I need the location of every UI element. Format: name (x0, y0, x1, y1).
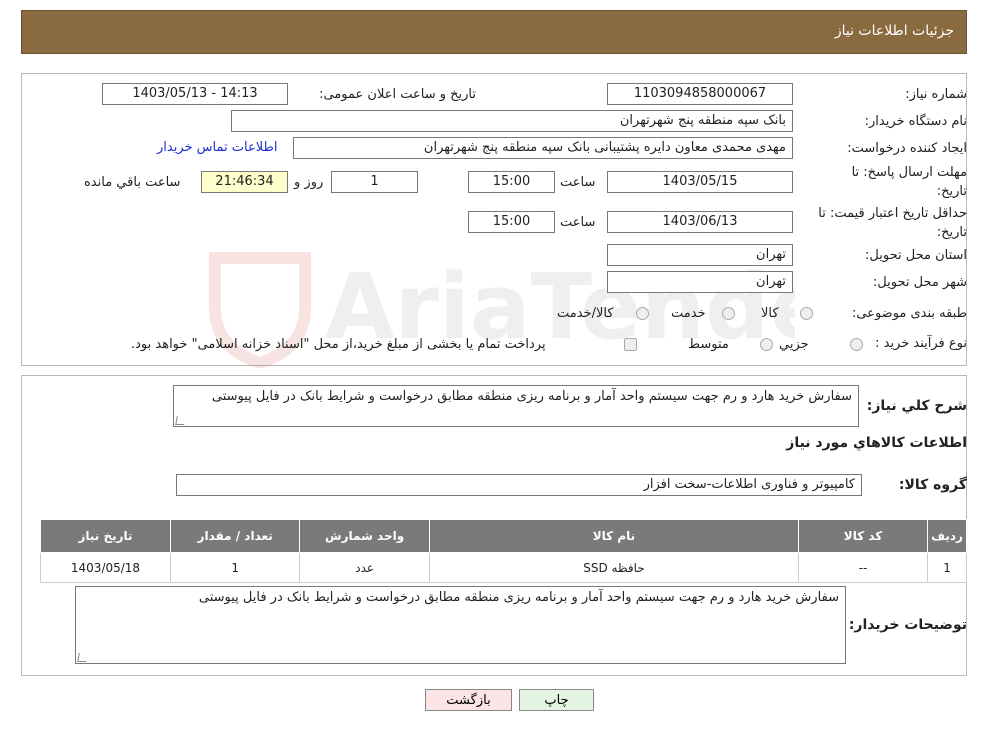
validity-date-field: 1403/06/13 (607, 211, 793, 233)
col-name: نام کالا (428, 519, 799, 553)
goods-group-label: گروه کالا: (898, 477, 967, 493)
buyer-contact-link[interactable]: اطلاعات تماس خریدار (157, 140, 277, 155)
category-goods-radio[interactable] (800, 307, 813, 320)
day-and-label: روز و (294, 175, 324, 190)
buyer-notes-label: توضیحات خریدار: (848, 617, 967, 633)
category-service-radio[interactable] (722, 307, 735, 320)
city-field: تهران (607, 271, 793, 293)
cell-name: حافظه SSD (428, 552, 799, 583)
goods-group-field: کامپیوتر و فناوری اطلاعات-سخت افزار (176, 474, 862, 496)
page-header: جزئیات اطلاعات نیاز (21, 10, 967, 54)
delivery-city-label: شهر محل تحویل: (872, 275, 967, 290)
reply-deadline-label-line2: تاریخ: (936, 184, 967, 199)
validity-time-field: 15:00 (468, 211, 555, 233)
requester-label: ایجاد کننده درخواست: (847, 141, 967, 156)
col-row: ردیف (927, 519, 967, 553)
general-desc-label: شرح کلي نياز: (866, 398, 967, 414)
resize-handle-icon[interactable] (77, 653, 88, 662)
table-header-row: ردیف کد کالا نام کالا واحد شمارش تعداد /… (40, 519, 967, 553)
announce-datetime-field: 1403/05/13 - 14:13 (102, 83, 288, 105)
category-goods-service-radio[interactable] (636, 307, 649, 320)
need-number-field: 1103094858000067 (607, 83, 793, 105)
cell-qty: 1 (169, 552, 301, 583)
buyer-org-label: نام دستگاه خریدار: (864, 114, 967, 129)
general-desc-box: سفارش خرید هارد و رم جهت سیستم واحد آمار… (173, 385, 859, 427)
price-validity-label-line2: تاریخ: (936, 225, 967, 240)
col-date: تاریخ نیاز (40, 519, 171, 553)
cell-date: 1403/05/18 (40, 552, 171, 583)
cell-row: 1 (927, 552, 967, 583)
col-unit: واحد شمارش (299, 519, 430, 553)
purchase-partial-radio[interactable] (850, 338, 863, 351)
purchase-medium-radio[interactable] (760, 338, 773, 351)
reply-time-field: 15:00 (468, 171, 555, 193)
general-desc-text: سفارش خرید هارد و رم جهت سیستم واحد آمار… (211, 389, 852, 404)
category-label: طبقه بندی موضوعی: (851, 306, 967, 321)
category-service-label: خدمت (671, 306, 706, 321)
validity-hour-label: ساعت (560, 215, 596, 230)
reply-deadline-label: مهلت ارسال پاسخ: تا (851, 165, 967, 180)
need-number-label: شماره نیاز: (905, 87, 967, 102)
purchase-type-label: نوع فرآیند خرید : (875, 336, 967, 351)
cell-code: -- (797, 552, 929, 583)
days-field: 1 (331, 171, 418, 193)
reply-date-field: 1403/05/15 (607, 171, 793, 193)
province-field: تهران (607, 244, 793, 266)
delivery-province-label: استان محل تحویل: (865, 248, 967, 263)
back-button[interactable]: بازگشت (425, 689, 512, 711)
category-goods-label: کالا (761, 306, 779, 321)
buyer-org-field: بانک سپه منطقه پنج شهرتهران (231, 110, 793, 132)
remaining-time-field: 21:46:34 (201, 171, 288, 193)
price-validity-label: حداقل تاریخ اعتبار قیمت: تا (818, 206, 967, 221)
purchase-partial-label: جزیي (779, 337, 809, 352)
payment-note: پرداخت تمام یا بخشی از مبلغ خرید،از محل … (131, 337, 546, 352)
page-title: جزئیات اطلاعات نیاز (834, 23, 954, 39)
goods-info-heading: اطلاعات کالاهاي مورد نياز (786, 435, 967, 451)
goods-table: ردیف کد کالا نام کالا واحد شمارش تعداد /… (40, 519, 967, 583)
announce-datetime-label: تاریخ و ساعت اعلان عمومی: (319, 87, 476, 102)
buyer-notes-text: سفارش خرید هارد و رم جهت سیستم واحد آمار… (198, 590, 839, 605)
print-button[interactable]: چاپ (519, 689, 594, 711)
buyer-notes-box: سفارش خرید هارد و رم جهت سیستم واحد آمار… (75, 586, 846, 664)
reply-hour-label: ساعت (560, 175, 596, 190)
table-row: 1 -- حافظه SSD عدد 1 1403/05/18 (40, 552, 967, 583)
category-goods-service-label: کالا/خدمت (557, 306, 614, 321)
treasury-checkbox[interactable] (624, 338, 637, 351)
resize-handle-icon[interactable] (175, 416, 186, 425)
cell-unit: عدد (299, 552, 430, 583)
col-code: کد کالا (797, 519, 929, 553)
col-qty: تعداد / مقدار (169, 519, 301, 553)
purchase-medium-label: متوسط (688, 337, 729, 352)
requester-field: مهدی محمدی معاون دایره پشتیبانی بانک سپه… (293, 137, 793, 159)
time-remaining-label: ساعت باقي مانده (84, 175, 181, 190)
